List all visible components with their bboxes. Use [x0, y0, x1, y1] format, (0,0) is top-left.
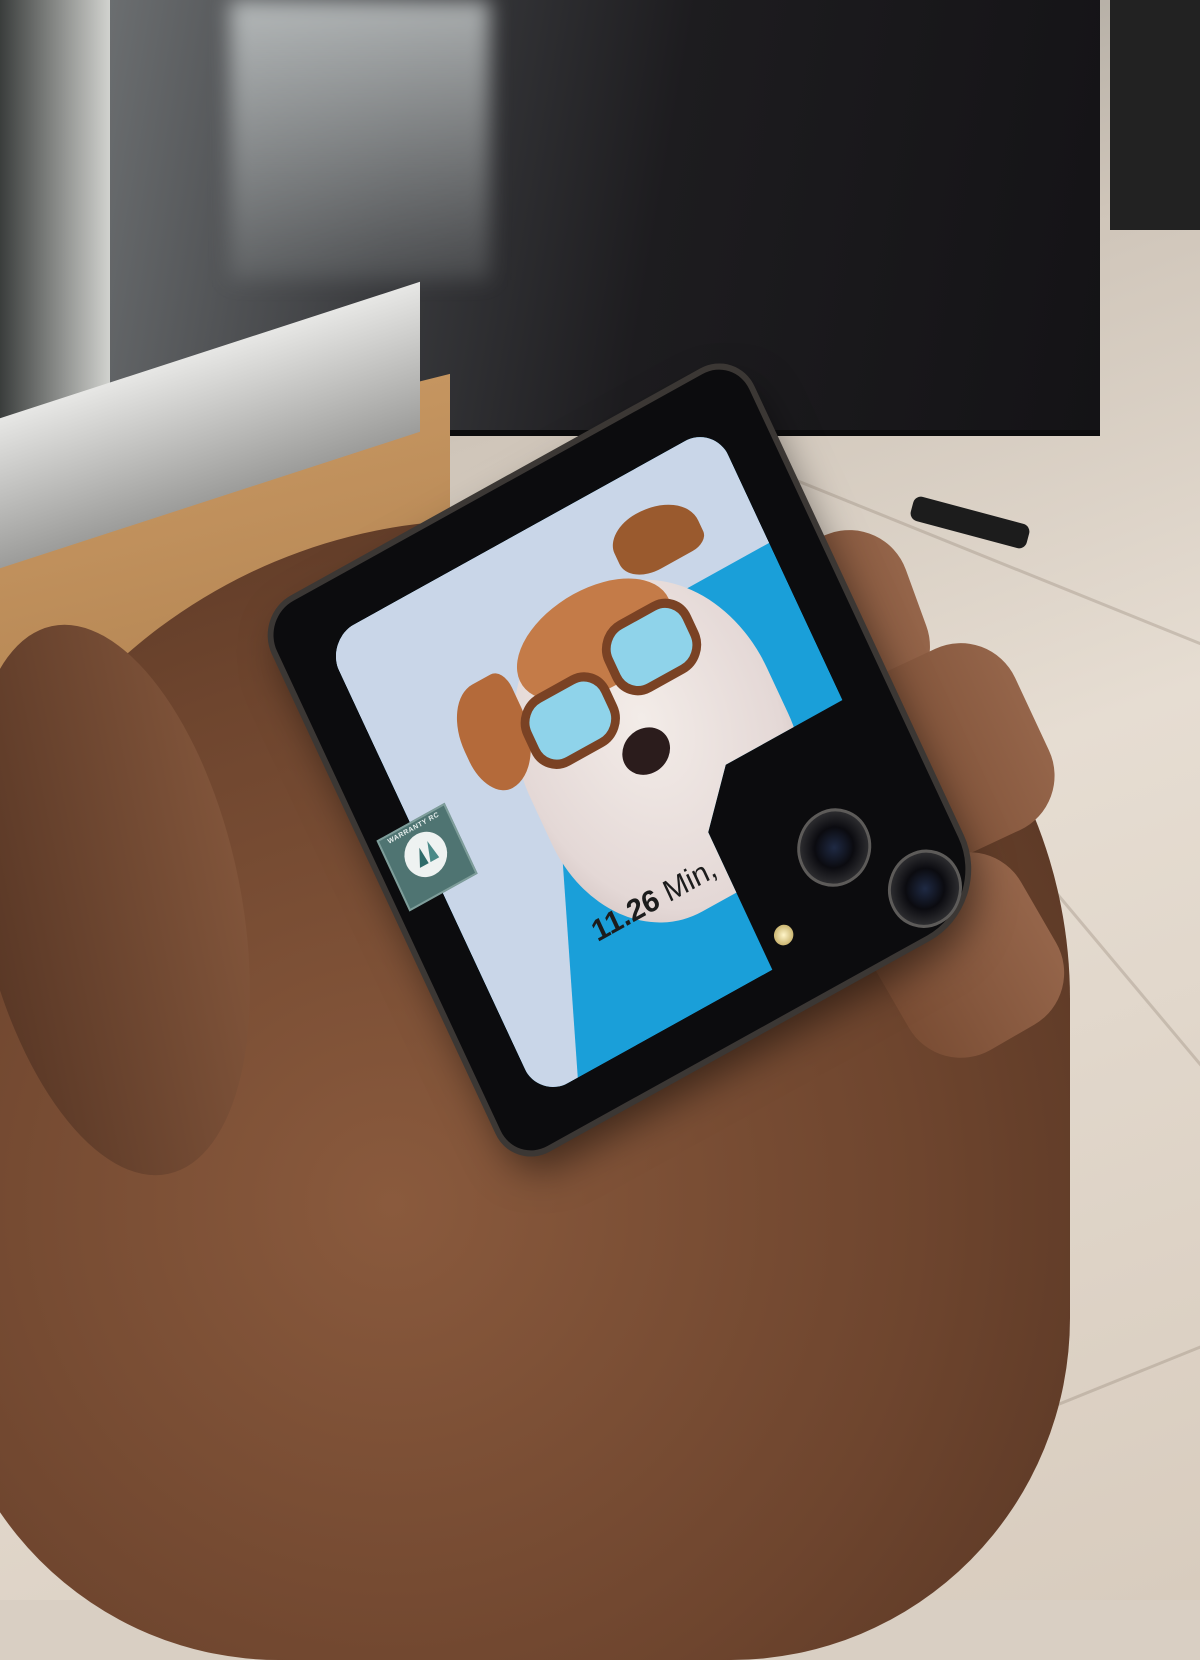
camera-icon [810, 748, 844, 784]
tv-reflection [230, 0, 490, 280]
camera-shortcut-button[interactable] [797, 734, 857, 798]
stand [1110, 0, 1200, 230]
rear-camera-lens [784, 794, 884, 901]
camera-flash [770, 921, 797, 949]
